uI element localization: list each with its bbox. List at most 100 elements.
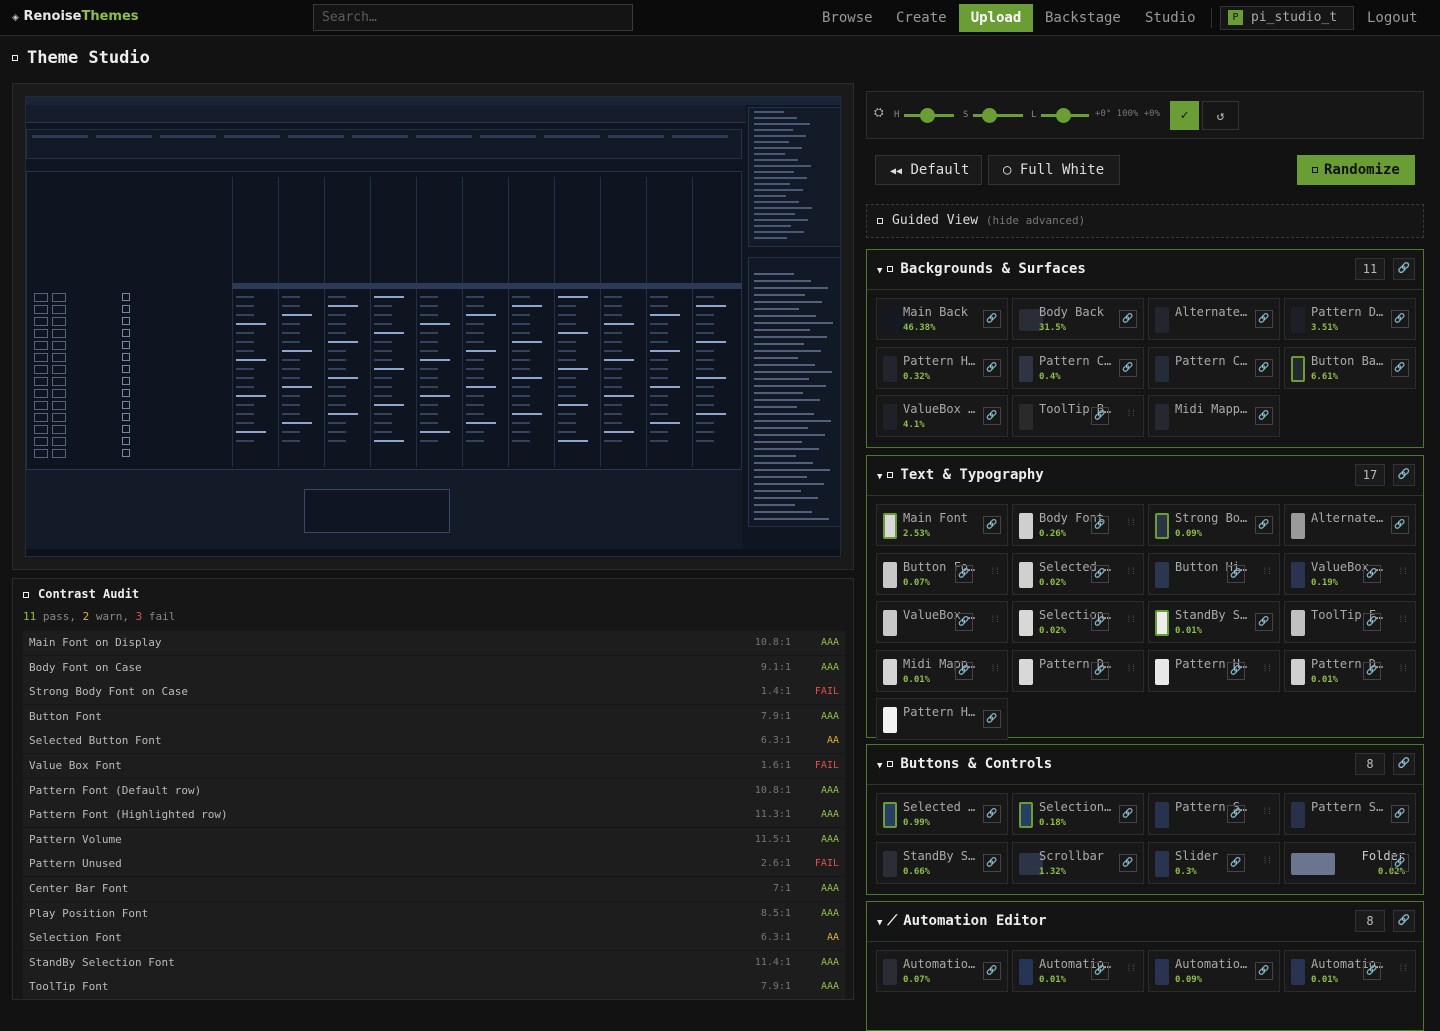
link-icon[interactable]: 🔗 [983, 710, 1001, 728]
color-card[interactable]: Pattern Highlighted Number 🔗 [876, 698, 1008, 740]
drag-handle-icon[interactable]: ⁞⁞ [1126, 518, 1136, 528]
color-card[interactable]: Pattern Standby Selection 🔗 [1284, 793, 1416, 835]
nav-backstage[interactable]: Backstage [1038, 4, 1128, 32]
color-swatch[interactable] [1155, 610, 1169, 636]
link-icon[interactable]: 🔗 [1391, 358, 1409, 377]
link-icon[interactable]: 🔗 [955, 564, 973, 583]
color-swatch[interactable] [883, 404, 897, 430]
section-header[interactable]: ▼ ⟋ Automation Editor 8 🔗 [867, 902, 1423, 942]
link-icon[interactable]: 🔗 [1091, 962, 1109, 980]
color-card[interactable]: Scrollbar 1.32% 🔗 [1012, 841, 1144, 884]
color-card[interactable]: StandBy Selection Font 0.01% 🔗 [1148, 601, 1280, 643]
drag-handle-icon[interactable]: ⁞⁞ [1126, 409, 1136, 419]
drag-handle-icon[interactable]: ⁞⁞ [1262, 664, 1272, 674]
palette-icon[interactable]: ⛭ [874, 105, 884, 120]
link-icon[interactable]: 🔗 [1393, 910, 1415, 932]
link-icon[interactable]: 🔗 [983, 516, 1001, 534]
color-swatch[interactable] [1155, 307, 1169, 333]
link-icon[interactable]: 🔗 [983, 962, 1001, 980]
color-card[interactable]: Button Back 6.61% 🔗 [1284, 346, 1416, 389]
drag-handle-icon[interactable]: ⁞⁞ [1126, 567, 1136, 577]
link-icon[interactable]: 🔗 [1091, 613, 1109, 631]
drag-handle-icon[interactable]: ⁞⁞ [990, 664, 1000, 674]
drag-handle-icon[interactable]: ⁞⁞ [990, 615, 1000, 625]
saturation-slider[interactable] [973, 114, 1023, 117]
drag-handle-icon[interactable]: ⁞⁞ [1126, 664, 1136, 674]
color-swatch[interactable] [1019, 959, 1033, 985]
link-icon[interactable]: 🔗 [1091, 661, 1109, 680]
color-swatch[interactable] [1291, 852, 1335, 875]
color-card[interactable]: ToolTip Back 🔗 ⁞⁞ [1012, 395, 1144, 437]
link-icon[interactable]: 🔗 [1255, 310, 1273, 328]
color-card[interactable]: Automation Point 0.01% 🔗 ⁞⁞ [1284, 950, 1416, 992]
user-chip[interactable]: Ppi_studio_t [1220, 6, 1354, 30]
link-icon[interactable]: 🔗 [1393, 258, 1415, 280]
color-card[interactable]: Automation Line Fill 0.09% 🔗 [1148, 950, 1280, 992]
color-swatch[interactable] [1155, 658, 1169, 685]
color-swatch[interactable] [1291, 307, 1305, 333]
color-card[interactable]: Midi Mapping Back 🔗 [1148, 395, 1280, 437]
color-swatch[interactable] [1291, 513, 1305, 539]
link-icon[interactable]: 🔗 [1363, 661, 1381, 680]
link-icon[interactable]: 🔗 [983, 853, 1001, 872]
link-icon[interactable]: 🔗 [1255, 516, 1273, 534]
drag-handle-icon[interactable]: ⁞⁞ [1398, 964, 1408, 974]
color-swatch[interactable] [1019, 404, 1033, 430]
color-card[interactable]: Strong Body Font 0.09% 🔗 [1148, 504, 1280, 546]
color-swatch[interactable] [1291, 658, 1305, 685]
color-card[interactable]: StandBy Selection Back 0.66% 🔗 [876, 841, 1008, 884]
link-icon[interactable]: 🔗 [955, 661, 973, 680]
drag-handle-icon[interactable]: ⁞⁞ [1262, 807, 1272, 817]
color-card[interactable]: Pattern Highlighted Font 🔗 ⁞⁞ [1148, 649, 1280, 692]
color-swatch[interactable] [1291, 610, 1305, 636]
color-card[interactable]: Selection Back 0.18% 🔗 [1012, 793, 1144, 835]
color-swatch[interactable] [1155, 802, 1169, 828]
nav-studio[interactable]: Studio [1138, 4, 1203, 32]
color-card[interactable]: Pattern Default Number 0.01% 🔗 ⁞⁞ [1284, 649, 1416, 692]
link-icon[interactable]: 🔗 [1227, 853, 1245, 872]
color-card[interactable]: Body Back 31.5% 🔗 [1012, 298, 1144, 340]
color-card[interactable]: Main Back 46.38% 🔗 [876, 298, 1008, 340]
link-icon[interactable]: 🔗 [1091, 516, 1109, 534]
color-swatch[interactable] [1019, 802, 1033, 828]
color-card[interactable]: Button Font 0.07% 🔗 ⁞⁞ [876, 552, 1008, 595]
link-icon[interactable]: 🔗 [1363, 613, 1381, 631]
color-card[interactable]: Slider 0.3% 🔗 ⁞⁞ [1148, 841, 1280, 884]
color-swatch[interactable] [1019, 610, 1033, 636]
color-card[interactable]: Automation Grid 0.07% 🔗 [876, 950, 1008, 992]
color-swatch[interactable] [1291, 959, 1305, 985]
color-card[interactable]: Pattern Highlighted Back 0.32% 🔗 [876, 346, 1008, 389]
drag-handle-icon[interactable]: ⁞⁞ [1398, 567, 1408, 577]
color-swatch[interactable] [883, 658, 897, 685]
link-icon[interactable]: 🔗 [1119, 358, 1137, 377]
randomize-button[interactable]: Randomize [1297, 155, 1415, 185]
drag-handle-icon[interactable]: ⁞⁞ [1262, 567, 1272, 577]
color-card[interactable]: Automation Line Edge 0.01% 🔗 ⁞⁞ [1012, 950, 1144, 992]
hue-slider-handle[interactable] [920, 108, 935, 123]
color-card[interactable]: Button Highlight Font 🔗 ⁞⁞ [1148, 552, 1280, 595]
link-icon[interactable]: 🔗 [1119, 853, 1137, 872]
saturation-slider-handle[interactable] [982, 108, 997, 123]
color-swatch[interactable] [1155, 561, 1169, 588]
color-card[interactable]: Pattern Centerbar Back Standby 🔗 [1148, 346, 1280, 389]
color-card[interactable]: Selection Font 0.02% 🔗 ⁞⁞ [1012, 601, 1144, 643]
color-card[interactable]: ValueBox Font Icons 🔗 ⁞⁞ [876, 601, 1008, 643]
link-icon[interactable]: 🔗 [1363, 564, 1381, 583]
color-swatch[interactable] [1291, 355, 1305, 382]
link-icon[interactable]: 🔗 [1255, 358, 1273, 377]
link-icon[interactable]: 🔗 [1393, 464, 1415, 486]
color-card[interactable]: Main Font 2.53% 🔗 [876, 504, 1008, 546]
reset-icon[interactable]: ↺ [1202, 101, 1239, 130]
lightness-slider-handle[interactable] [1056, 108, 1071, 123]
color-swatch[interactable] [1019, 513, 1033, 539]
apply-button[interactable]: ✓ [1170, 101, 1199, 130]
nav-create[interactable]: Create [889, 4, 954, 32]
link-icon[interactable]: 🔗 [1255, 962, 1273, 980]
color-card[interactable]: ValueBox Back 4.1% 🔗 [876, 395, 1008, 437]
link-icon[interactable]: 🔗 [955, 613, 973, 631]
color-card[interactable]: Pattern Default Font 🔗 ⁞⁞ [1012, 649, 1144, 692]
link-icon[interactable]: 🔗 [1119, 805, 1137, 823]
search-input[interactable] [313, 4, 633, 31]
section-header[interactable]: ▼ Text & Typography 17 🔗 [867, 456, 1423, 496]
color-card[interactable]: Midi Mapping Font 0.01% 🔗 ⁞⁞ [876, 649, 1008, 692]
